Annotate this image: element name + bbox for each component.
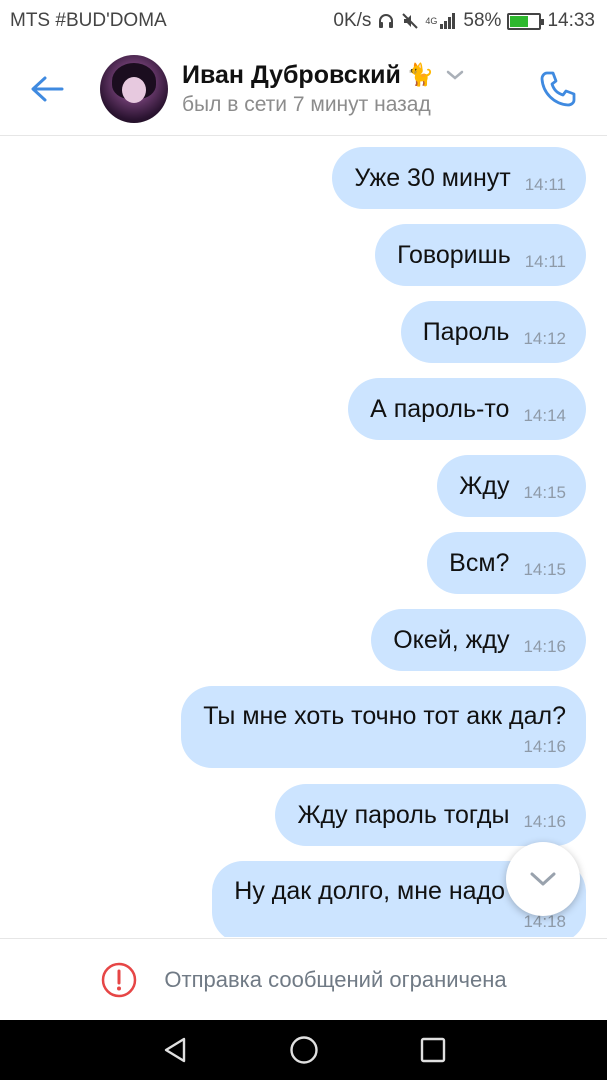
message-time: 14:16 — [523, 736, 566, 756]
navigation-bar — [0, 1020, 607, 1080]
message-time: 14:15 — [523, 560, 566, 579]
back-button[interactable] — [12, 42, 82, 136]
triangle-back-icon — [164, 1037, 185, 1063]
chat-title[interactable]: Иван Дубровский 🐈 был в сети 7 минут наз… — [182, 61, 464, 117]
message-bubble[interactable]: Уже 30 минут 14:11 — [332, 147, 586, 209]
message-text: Жду — [459, 471, 510, 500]
chat-header: Иван Дубровский 🐈 был в сети 7 минут наз… — [0, 42, 607, 136]
message-time: 14:15 — [523, 483, 566, 502]
message-time: 14:11 — [524, 175, 566, 194]
cat-emoji: 🐈 — [406, 62, 435, 87]
message-text: А пароль-то — [370, 394, 510, 423]
signal-icon — [439, 12, 457, 30]
message-bubble[interactable]: Пароль 14:12 — [400, 301, 586, 363]
message-text: Говоришь — [397, 240, 511, 269]
carrier-label: MTS #BUD'DOMA — [10, 10, 167, 31]
message-bubble[interactable]: Говоришь 14:11 — [375, 224, 586, 286]
message-list[interactable]: Уже 30 минут 14:11 Говоришь 14:11 Пароль… — [0, 137, 607, 937]
message-bubble[interactable]: А пароль-то 14:14 — [348, 378, 586, 440]
network-type: 4G — [425, 15, 438, 26]
message-time: 14:16 — [523, 812, 566, 831]
battery-percent: 58% — [463, 10, 502, 31]
status-bar: MTS #BUD'DOMA 0K/s 4G 58% 14:33 — [0, 0, 607, 42]
message-time: 14:11 — [524, 252, 566, 271]
message-text: Жду пароль тогды — [297, 800, 510, 829]
message-bubble[interactable]: Всм? 14:15 — [427, 532, 586, 594]
network-speed: 0K/s — [333, 10, 372, 31]
message-text: Всм? — [449, 548, 510, 577]
message-time: 14:16 — [523, 637, 566, 656]
scroll-to-bottom-button[interactable] — [506, 842, 580, 916]
clock: 14:33 — [547, 10, 595, 31]
message-text: Пароль — [422, 317, 510, 346]
exclamation-circle-icon — [102, 962, 137, 997]
circle-home-icon — [289, 1036, 318, 1064]
muted-icon — [401, 12, 419, 30]
message-bubble[interactable]: Жду 14:15 — [437, 455, 586, 517]
last-seen-status: был в сети 7 минут назад — [182, 92, 431, 116]
battery-icon — [507, 12, 545, 30]
status-icons: 0K/s 4G 58% 14:33 — [333, 10, 595, 32]
message-text: Ты мне хоть точно тот акк дал? — [203, 701, 566, 730]
restricted-notice: Отправка сообщений ограничена — [0, 938, 607, 1020]
contact-name: Иван Дубровский — [182, 60, 401, 89]
headset-icon — [377, 12, 395, 30]
avatar[interactable] — [100, 54, 168, 123]
chevron-down-icon[interactable] — [446, 69, 464, 81]
nav-back-button[interactable] — [155, 1030, 195, 1070]
message-time: 14:12 — [523, 329, 566, 348]
nav-recent-button[interactable] — [413, 1030, 453, 1070]
message-bubble[interactable]: Жду пароль тогды 14:16 — [275, 784, 586, 846]
chevron-down-icon — [530, 872, 556, 886]
message-time: 14:14 — [523, 406, 566, 425]
message-bubble[interactable]: Ты мне хоть точно тот акк дал? 14:16 — [181, 686, 586, 768]
phone-icon — [540, 71, 576, 107]
message-text: Окей, жду — [393, 625, 510, 654]
message-bubble[interactable]: Окей, жду 14:16 — [371, 609, 586, 671]
message-text: Уже 30 минут — [354, 163, 511, 192]
nav-home-button[interactable] — [284, 1030, 324, 1070]
restricted-label: Отправка сообщений ограничена — [164, 966, 507, 992]
square-recent-icon — [420, 1037, 445, 1063]
call-button[interactable] — [533, 64, 583, 114]
arrow-left-icon — [31, 76, 64, 101]
